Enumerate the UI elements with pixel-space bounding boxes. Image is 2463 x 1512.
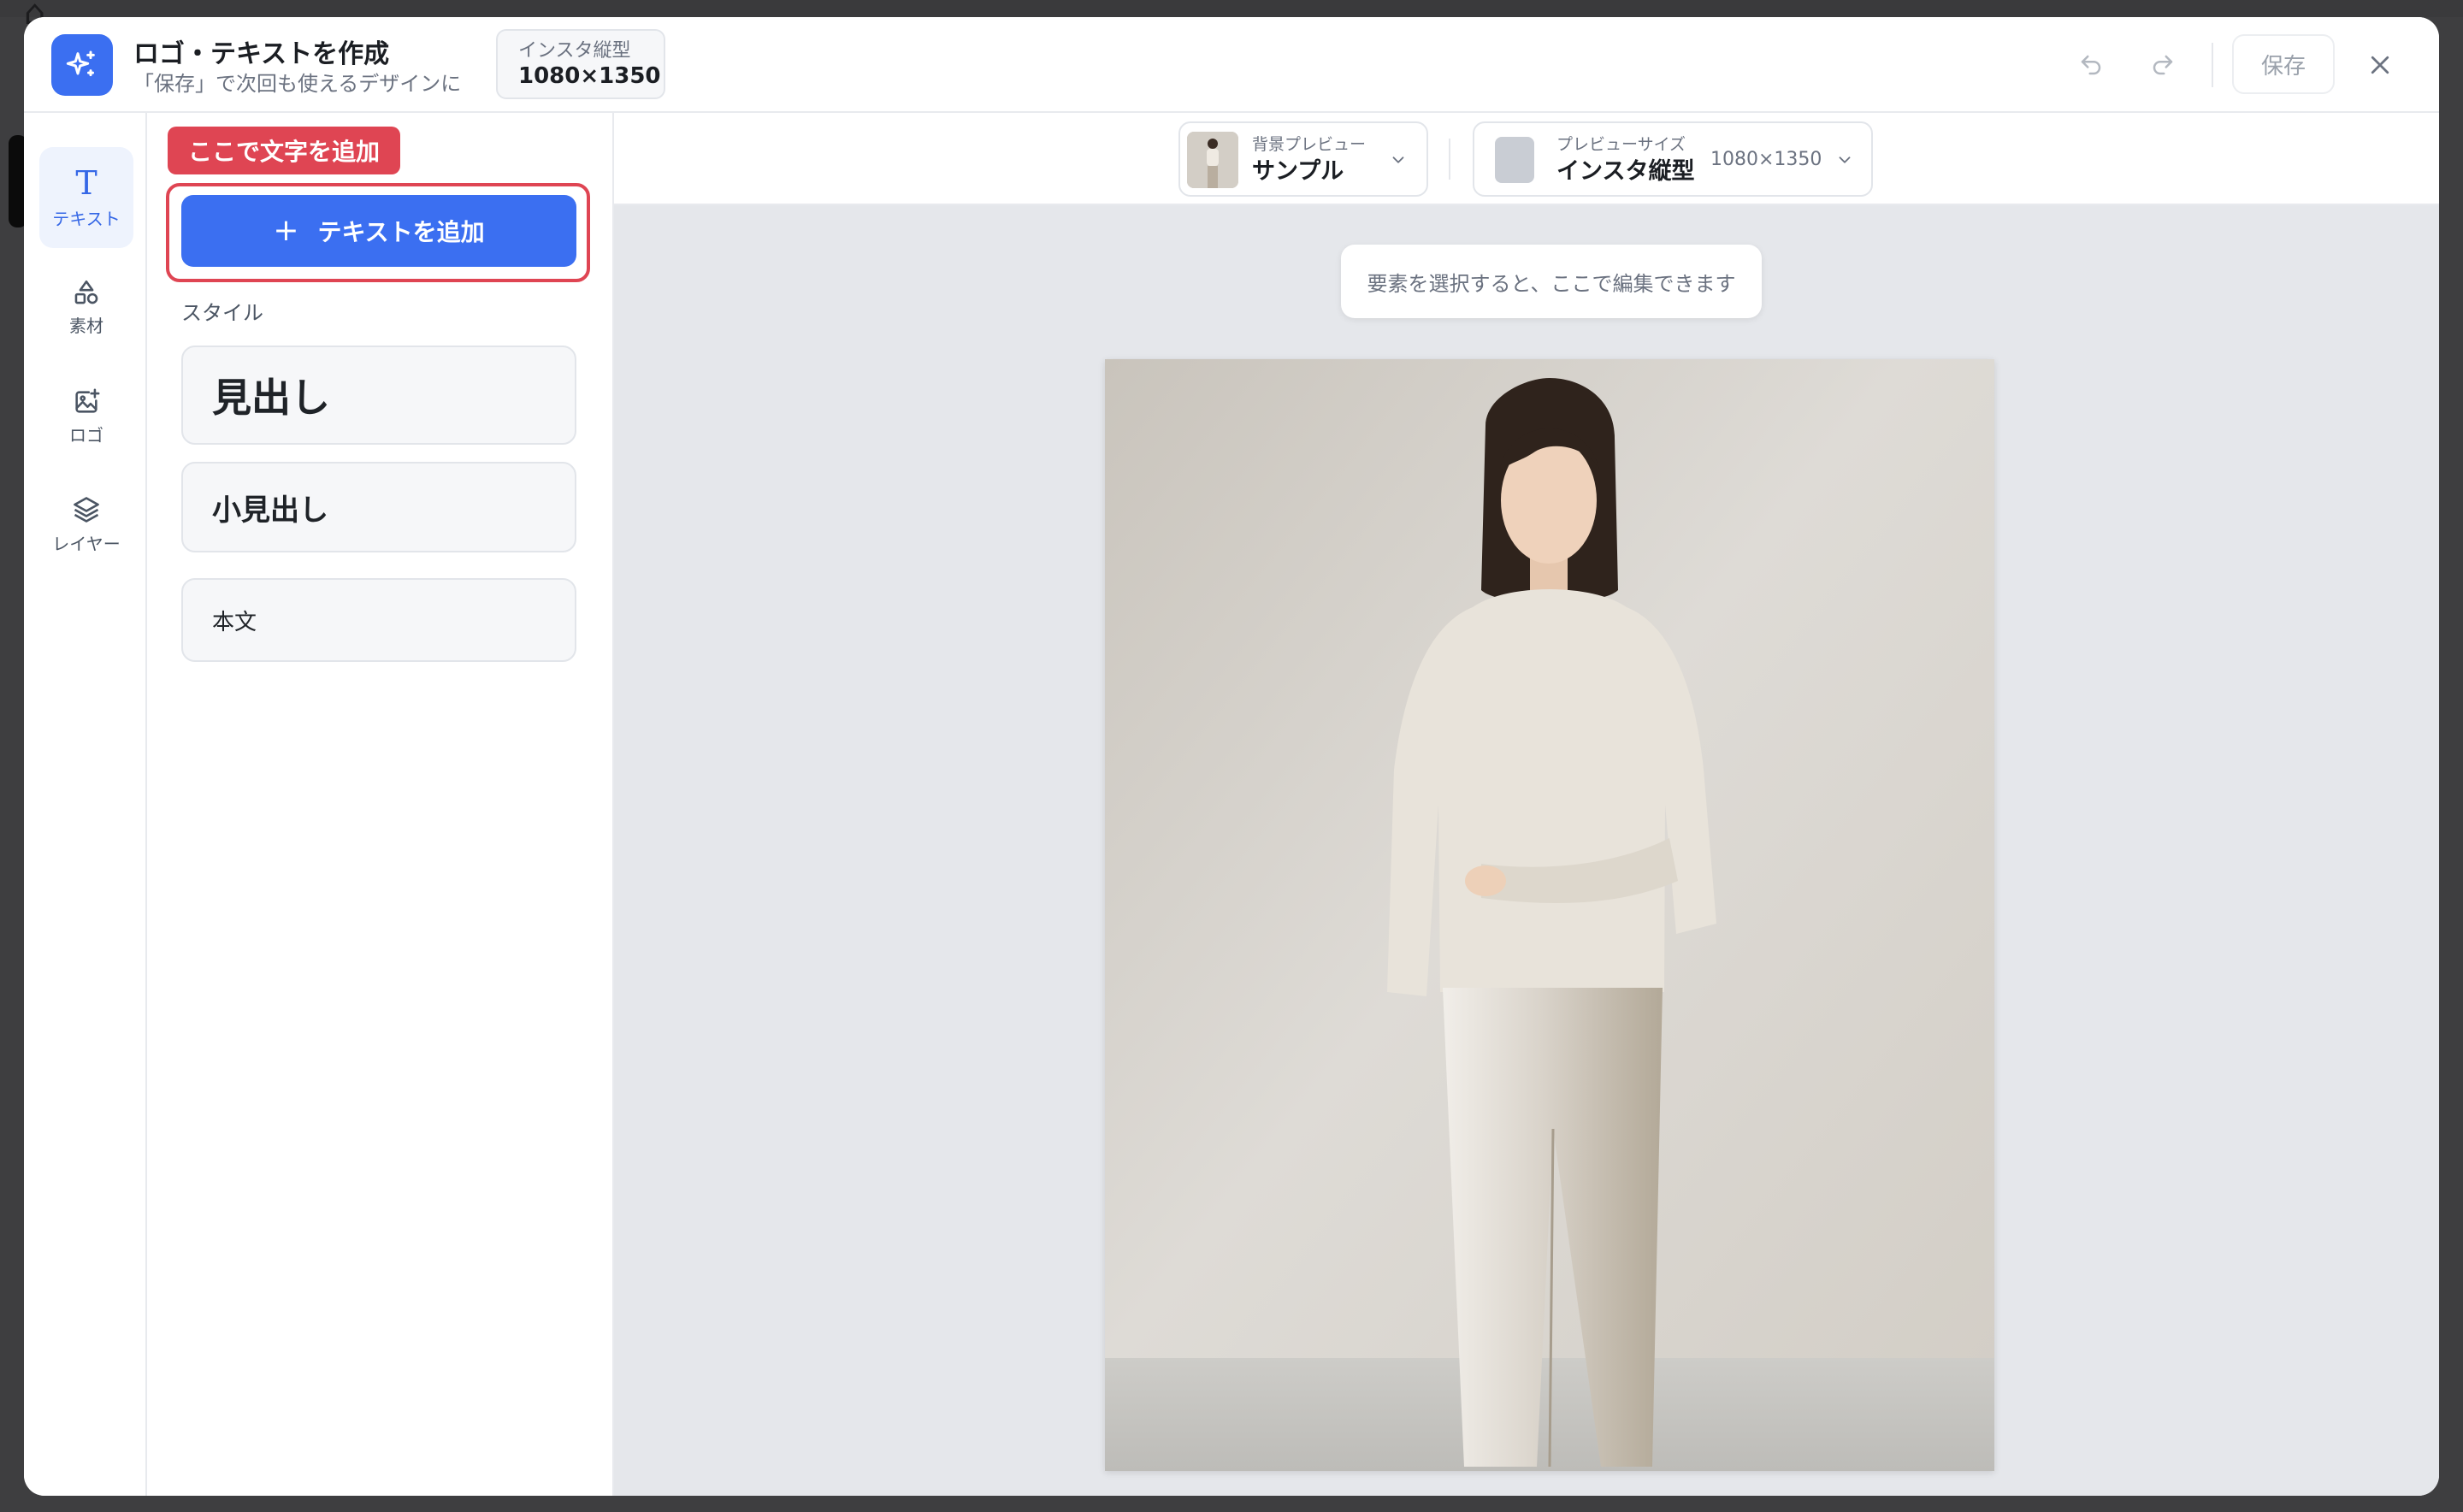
save-button[interactable]: 保存: [2232, 34, 2335, 94]
style-body-preset[interactable]: 本文: [181, 578, 576, 662]
modal-subtitle: 「保存」で次回も使えるデザインに: [133, 72, 462, 96]
plus-icon: +: [273, 213, 299, 248]
background-preview-value: サンプル: [1252, 158, 1344, 185]
rail-item-label: ロゴ: [69, 424, 103, 446]
text-icon: T: [75, 163, 97, 202]
preview-size-value: インスタ縦型: [1556, 158, 1695, 185]
rail-item-label: レイヤー: [52, 533, 121, 554]
background-preview-caption: 背景プレビュー: [1252, 135, 1367, 154]
rail-item-label: テキスト: [52, 208, 121, 229]
style-heading: スタイル: [181, 301, 263, 325]
close-icon: [2371, 56, 2389, 74]
background-thumbnail: [1187, 132, 1238, 188]
background-app-strip: [0, 0, 2463, 17]
image-plus-icon: [75, 388, 100, 413]
preview-size-dimensions: 1080×1350: [1710, 149, 1822, 170]
redo-button[interactable]: [2146, 48, 2180, 82]
redo-icon: [2153, 55, 2173, 75]
close-button[interactable]: [2363, 48, 2397, 82]
add-text-label: テキストを追加: [317, 218, 485, 246]
background-photo: [1105, 359, 1994, 1471]
text-panel: ここで文字を追加 + テキストを追加 スタイル 見出し 小見出し 本文: [147, 113, 614, 1496]
shapes-icon: [74, 280, 98, 304]
modal-title: ロゴ・テキストを作成: [133, 39, 390, 69]
preview-size-caption: プレビューサイズ: [1556, 135, 1686, 154]
size-badge-value: 1080×1350: [518, 63, 661, 89]
preview-size-dropdown[interactable]: プレビューサイズ インスタ縦型 1080×1350: [1473, 121, 1873, 197]
chevron-down-icon: [1392, 157, 1404, 163]
background-preview-dropdown[interactable]: 背景プレビュー サンプル: [1178, 121, 1428, 197]
rail-item-logo[interactable]: ロゴ: [39, 366, 133, 467]
canvas-area: 背景プレビュー サンプル プレビューサイズ インスタ縦型 1080×1350 要…: [614, 113, 2439, 1496]
toolbar-divider: [1449, 139, 1450, 180]
editor-modal: ロゴ・テキストを作成 「保存」で次回も使えるデザインに インスタ縦型 1080×…: [24, 17, 2439, 1496]
rail-item-text[interactable]: T テキスト: [39, 147, 133, 248]
selection-hint: 要素を選択すると、ここで編集できます: [1341, 245, 1762, 318]
rail-item-materials[interactable]: 素材: [39, 257, 133, 357]
layers-icon: [74, 496, 99, 523]
undo-icon: [2081, 55, 2101, 75]
add-text-button[interactable]: + テキストを追加: [181, 195, 576, 267]
preview-toolbar: 背景プレビュー サンプル プレビューサイズ インスタ縦型 1080×1350: [614, 113, 2439, 205]
rail-item-label: 素材: [69, 315, 103, 336]
modal-header: ロゴ・テキストを作成 「保存」で次回も使えるデザインに インスタ縦型 1080×…: [24, 17, 2439, 113]
tool-rail: T テキスト 素材 ロゴ レイヤー: [24, 113, 147, 1496]
header-divider: [2212, 43, 2213, 87]
size-badge: インスタ縦型 1080×1350: [496, 29, 665, 99]
tutorial-callout: ここで文字を追加: [168, 127, 401, 174]
preview-size-swatch: [1495, 137, 1534, 183]
rail-item-layers[interactable]: レイヤー: [39, 474, 133, 575]
size-badge-label: インスタ縦型: [518, 40, 631, 62]
style-heading-preset[interactable]: 見出し: [181, 346, 576, 445]
chevron-down-icon: [1839, 157, 1851, 163]
undo-button[interactable]: [2074, 48, 2108, 82]
sparkle-icon: [51, 34, 113, 96]
style-subheading-preset[interactable]: 小見出し: [181, 462, 576, 552]
design-artboard[interactable]: [1105, 359, 1994, 1471]
